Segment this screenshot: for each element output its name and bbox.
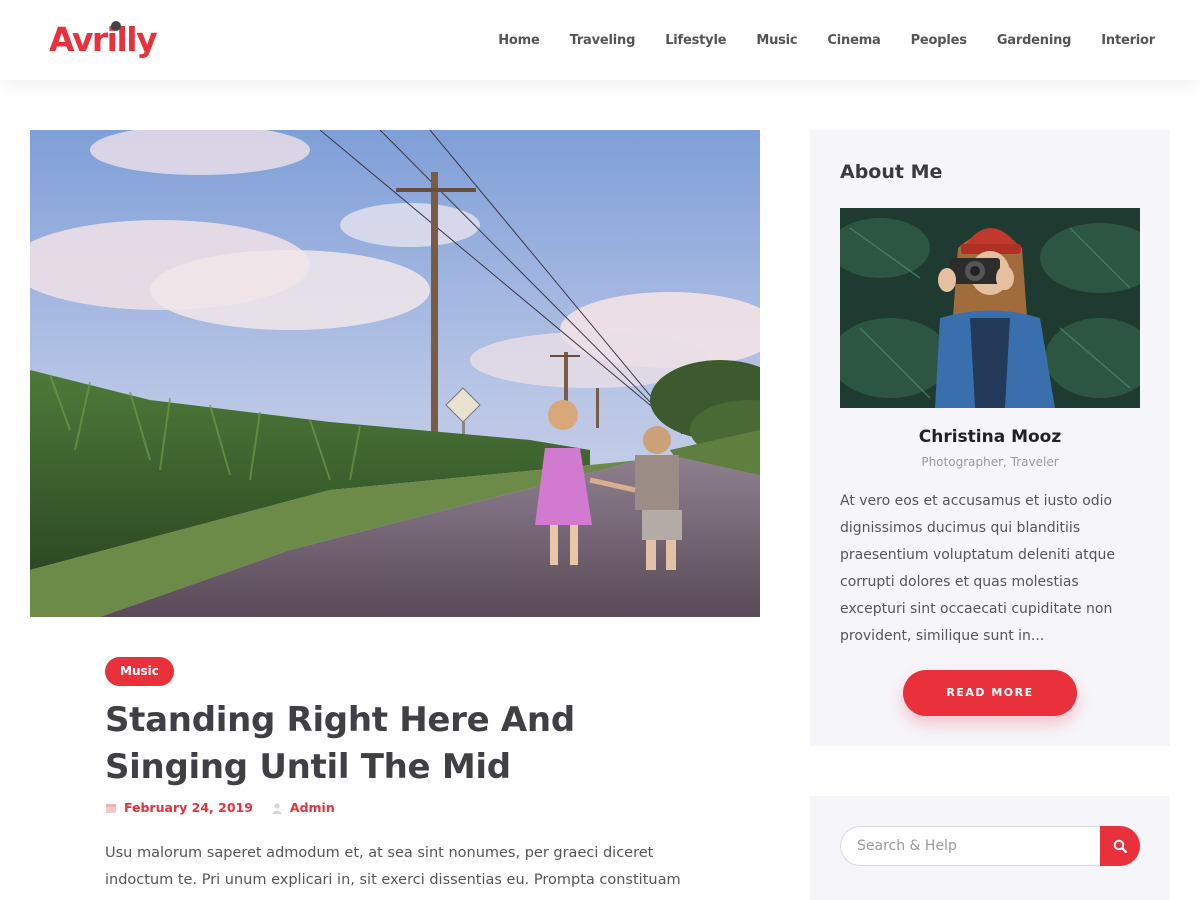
user-icon (271, 802, 282, 814)
post-date[interactable]: February 24, 2019 (105, 800, 253, 815)
nav-item-lifestyle[interactable]: Lifestyle (665, 33, 726, 48)
post-excerpt: Usu malorum saperet admodum et, at sea s… (105, 845, 681, 888)
author-bio: At vero eos et accusamus et iusto odio d… (840, 493, 1116, 644)
search-button[interactable] (1100, 826, 1140, 866)
post-meta: February 24, 2019 Admin (105, 800, 335, 815)
nav-item-peoples[interactable]: Peoples (911, 33, 967, 48)
calendar-icon (106, 803, 116, 813)
category-badge[interactable]: Music (105, 657, 174, 686)
site-logo[interactable]: Avrilly (49, 18, 158, 62)
logo-text: Avrilly (49, 20, 158, 59)
nav-item-interior[interactable]: Interior (1101, 33, 1155, 48)
post-author[interactable]: Admin (271, 800, 335, 815)
author-role: Photographer, Traveler (921, 455, 1059, 469)
search-widget (810, 796, 1170, 900)
site-header: Avrilly Home Traveling Lifestyle Music C… (0, 0, 1200, 80)
post-title[interactable]: Standing Right Here And Singing Until Th… (105, 697, 705, 791)
nav-item-gardening[interactable]: Gardening (997, 33, 1072, 48)
search-icon (1113, 839, 1127, 853)
about-me-widget: About Me Christina Mooz Photographer, Tr… (810, 130, 1170, 746)
nav-item-traveling[interactable]: Traveling (570, 33, 636, 48)
search-box (840, 826, 1140, 866)
post-author-text: Admin (289, 800, 335, 815)
read-more-button[interactable]: READ MORE (903, 670, 1077, 716)
search-input[interactable] (840, 826, 1102, 866)
about-heading: About Me (840, 161, 943, 183)
post-date-text: February 24, 2019 (124, 800, 253, 815)
nav-item-music[interactable]: Music (756, 33, 797, 48)
main-nav: Home Traveling Lifestyle Music Cinema Pe… (498, 0, 1155, 80)
logo-dot-icon (111, 21, 121, 31)
post-featured-image[interactable] (30, 130, 760, 617)
about-photo (840, 208, 1140, 408)
nav-item-cinema[interactable]: Cinema (827, 33, 880, 48)
nav-item-home[interactable]: Home (498, 33, 540, 48)
author-name: Christina Mooz (918, 427, 1062, 447)
woman-with-camera-photo (840, 208, 1140, 408)
children-walking-road-photo (30, 130, 760, 617)
